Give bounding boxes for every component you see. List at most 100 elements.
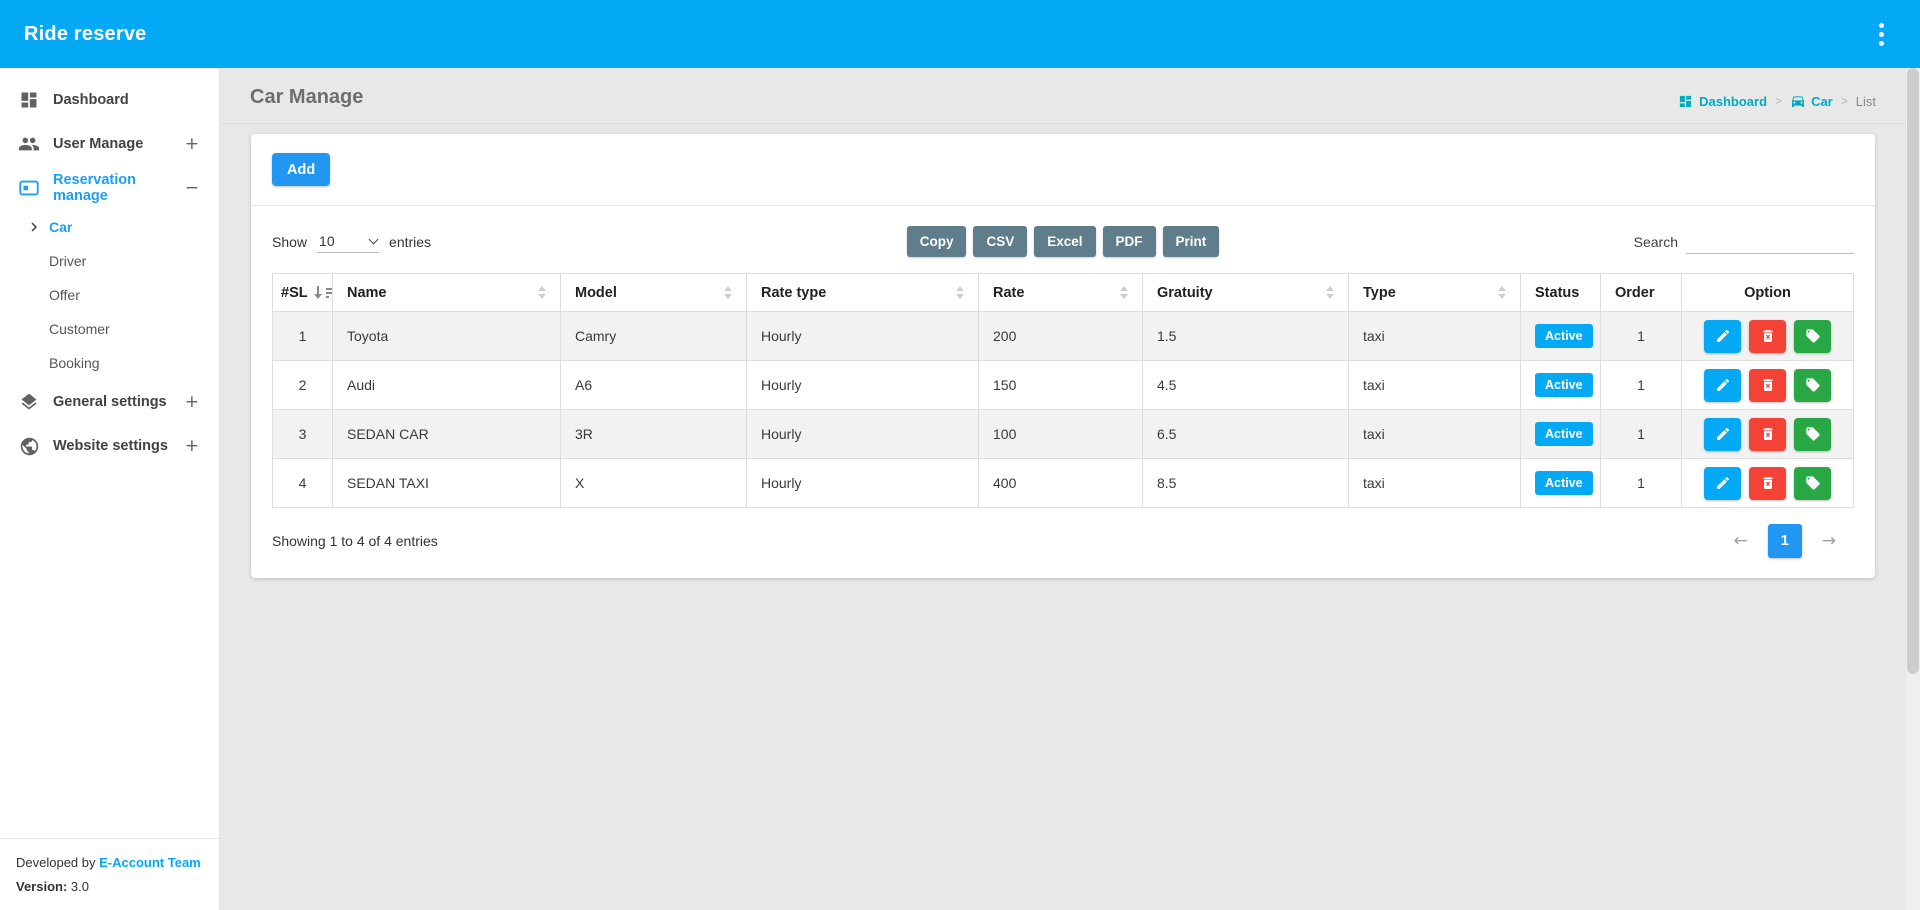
cell-status: Active bbox=[1521, 361, 1601, 410]
tag-icon bbox=[1805, 475, 1821, 491]
breadcrumb-car[interactable]: Car bbox=[1790, 93, 1833, 109]
sidebar-subitem-offer[interactable]: Offer bbox=[0, 278, 219, 312]
cell-option bbox=[1682, 459, 1854, 508]
next-page-arrow[interactable]: → bbox=[1822, 531, 1836, 551]
sidebar-subitem-driver[interactable]: Driver bbox=[0, 244, 219, 278]
breadcrumb-label: Dashboard bbox=[1699, 94, 1767, 109]
table-header: #SL Name Model bbox=[273, 274, 1854, 312]
sidebar-subitem-booking[interactable]: Booking bbox=[0, 346, 219, 380]
prev-page-arrow[interactable]: ← bbox=[1734, 531, 1748, 551]
sidebar-item-label: Dashboard bbox=[53, 92, 199, 108]
developed-by-label: Developed by bbox=[16, 855, 96, 870]
breadcrumb-dashboard[interactable]: Dashboard bbox=[1678, 93, 1767, 109]
delete-button[interactable] bbox=[1749, 467, 1786, 500]
cell-gratuity: 4.5 bbox=[1143, 361, 1349, 410]
search-input[interactable] bbox=[1686, 229, 1854, 254]
sort-icon bbox=[956, 286, 964, 299]
tag-button[interactable] bbox=[1794, 467, 1831, 500]
scrollbar-thumb[interactable] bbox=[1907, 68, 1919, 674]
status-badge: Active bbox=[1535, 373, 1593, 397]
cell-order: 1 bbox=[1601, 312, 1682, 361]
print-button[interactable]: Print bbox=[1163, 226, 1220, 257]
column-header-sl[interactable]: #SL bbox=[273, 274, 333, 312]
cell-order: 1 bbox=[1601, 410, 1682, 459]
cell-sl: 4 bbox=[273, 459, 333, 508]
status-badge: Active bbox=[1535, 324, 1593, 348]
globe-icon bbox=[18, 435, 40, 457]
column-header-rate[interactable]: Rate bbox=[979, 274, 1143, 312]
layers-icon bbox=[18, 391, 40, 413]
edit-button[interactable] bbox=[1704, 320, 1741, 353]
sidebar-subitem-label: Offer bbox=[49, 287, 80, 303]
page-title: Car Manage bbox=[250, 86, 363, 109]
sidebar-subitem-car[interactable]: Car bbox=[0, 210, 219, 244]
sidebar-item-reservation-manage[interactable]: Reservation manage − bbox=[0, 166, 219, 210]
tag-button[interactable] bbox=[1794, 320, 1831, 353]
sidebar-item-general-settings[interactable]: General settings + bbox=[0, 380, 219, 424]
delete-button[interactable] bbox=[1749, 418, 1786, 451]
column-header-gratuity[interactable]: Gratuity bbox=[1143, 274, 1349, 312]
cell-gratuity: 6.5 bbox=[1143, 410, 1349, 459]
chevron-down-icon bbox=[369, 235, 379, 245]
sort-icon bbox=[724, 286, 732, 299]
row-actions bbox=[1704, 418, 1831, 451]
version-label: Version: bbox=[16, 879, 67, 894]
sidebar-footer: Developed by E-Account Team Version: 3.0 bbox=[0, 838, 219, 910]
page-length-control: Show 10 entries bbox=[272, 230, 907, 253]
sidebar-subitem-label: Car bbox=[49, 219, 72, 235]
tag-icon bbox=[1805, 328, 1821, 344]
edit-button[interactable] bbox=[1704, 418, 1741, 451]
cell-model: Camry bbox=[561, 312, 747, 361]
column-header-option: Option bbox=[1682, 274, 1854, 312]
tag-button[interactable] bbox=[1794, 418, 1831, 451]
expand-icon: + bbox=[185, 134, 199, 154]
trash-x-icon bbox=[1760, 426, 1776, 442]
sidebar-subitem-customer[interactable]: Customer bbox=[0, 312, 219, 346]
delete-button[interactable] bbox=[1749, 369, 1786, 402]
edit-button[interactable] bbox=[1704, 369, 1741, 402]
scrollbar-track[interactable] bbox=[1906, 68, 1920, 910]
sidebar-item-website-settings[interactable]: Website settings + bbox=[0, 424, 219, 468]
tag-icon bbox=[1805, 377, 1821, 393]
dashboard-icon bbox=[1678, 93, 1694, 109]
page-1-button[interactable]: 1 bbox=[1768, 524, 1802, 558]
sidebar-subitem-label: Customer bbox=[49, 321, 110, 337]
sidebar-item-dashboard[interactable]: Dashboard bbox=[0, 78, 219, 122]
add-button[interactable]: Add bbox=[272, 153, 330, 186]
pencil-icon bbox=[1715, 475, 1731, 491]
team-link[interactable]: E-Account Team bbox=[99, 855, 201, 870]
table-row: 3SEDAN CAR3RHourly1006.5taxiActive1 bbox=[273, 410, 1854, 459]
column-header-rate-type[interactable]: Rate type bbox=[747, 274, 979, 312]
pencil-icon bbox=[1715, 328, 1731, 344]
table-row: 4SEDAN TAXIXHourly4008.5taxiActive1 bbox=[273, 459, 1854, 508]
cell-type: taxi bbox=[1349, 410, 1521, 459]
entries-summary: Showing 1 to 4 of 4 entries bbox=[272, 533, 438, 549]
sidebar-item-user-manage[interactable]: User Manage + bbox=[0, 122, 219, 166]
row-actions bbox=[1704, 320, 1831, 353]
delete-button[interactable] bbox=[1749, 320, 1786, 353]
table-toolbar: Show 10 entries Copy CSV Excel PDF Print… bbox=[251, 206, 1875, 273]
more-menu-icon[interactable] bbox=[1873, 17, 1890, 52]
breadcrumb-separator: > bbox=[1841, 94, 1848, 108]
column-header-type[interactable]: Type bbox=[1349, 274, 1521, 312]
excel-button[interactable]: Excel bbox=[1034, 226, 1095, 257]
column-header-model[interactable]: Model bbox=[561, 274, 747, 312]
row-actions bbox=[1704, 369, 1831, 402]
tag-icon bbox=[1805, 426, 1821, 442]
cell-model: A6 bbox=[561, 361, 747, 410]
csv-button[interactable]: CSV bbox=[973, 226, 1027, 257]
cell-option bbox=[1682, 361, 1854, 410]
column-header-name[interactable]: Name bbox=[333, 274, 561, 312]
breadcrumb-label: Car bbox=[1811, 94, 1833, 109]
cell-name: Toyota bbox=[333, 312, 561, 361]
cell-rate: 200 bbox=[979, 312, 1143, 361]
page-size-select[interactable]: 10 bbox=[317, 230, 379, 253]
show-label: Show bbox=[272, 234, 307, 250]
chevron-right-icon bbox=[25, 218, 43, 236]
copy-button[interactable]: Copy bbox=[907, 226, 967, 257]
tag-button[interactable] bbox=[1794, 369, 1831, 402]
pdf-button[interactable]: PDF bbox=[1103, 226, 1156, 257]
main-content: Car Manage Dashboard > Car > List bbox=[220, 68, 1920, 910]
edit-button[interactable] bbox=[1704, 467, 1741, 500]
page-size-value: 10 bbox=[319, 233, 335, 249]
